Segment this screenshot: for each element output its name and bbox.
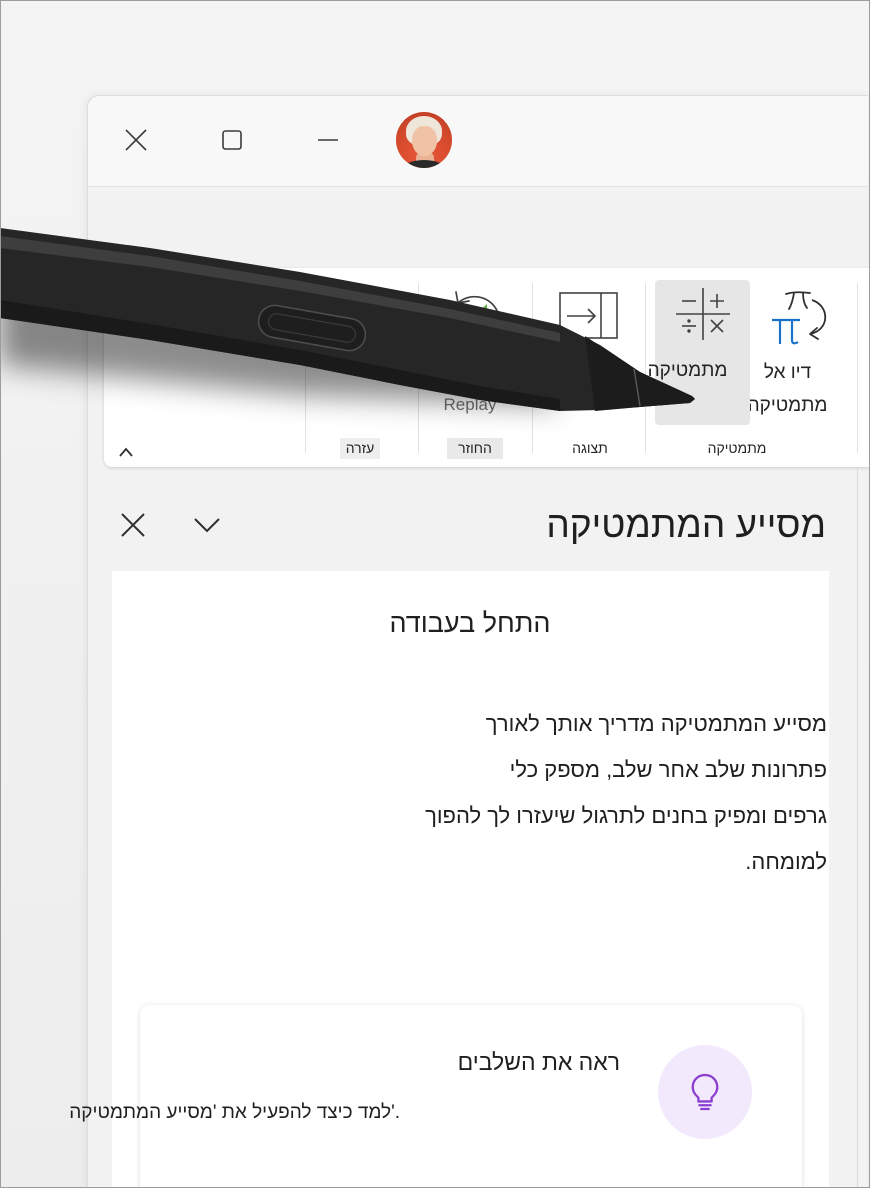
intro-line: גרפים ומפיק בחנים לתרגול שיעזרו לך להפוך xyxy=(425,803,827,828)
replay-icon xyxy=(449,291,501,348)
pane-divider xyxy=(857,467,858,1188)
ribbon-separator xyxy=(305,283,306,453)
ribbon-separator xyxy=(532,283,533,453)
lightbulb-badge xyxy=(658,1045,752,1139)
replay-label: Replay xyxy=(443,395,497,414)
see-steps-description: למד כיצד להפעיל את 'מסייע המתמטיקה'. xyxy=(69,1102,400,1123)
window-minimize-button[interactable] xyxy=(314,126,342,154)
pane-collapse-button[interactable] xyxy=(190,510,224,540)
title-bar xyxy=(88,96,868,186)
ribbon-separator xyxy=(418,283,419,453)
close-icon xyxy=(121,513,145,537)
pane-close-button[interactable] xyxy=(118,510,148,540)
group-label-replay: החוזר xyxy=(447,438,503,459)
user-avatar-icon[interactable] xyxy=(396,112,452,168)
collapse-ribbon-button[interactable] xyxy=(114,442,138,462)
see-steps-title: ראה את השלבים xyxy=(457,1049,620,1075)
ink-to-math-label-line-2: מתמטיקה xyxy=(747,395,828,416)
view-panel-icon xyxy=(559,292,618,339)
group-label-help: עזרה xyxy=(340,438,380,459)
group-label-view: תצוגה xyxy=(572,440,608,456)
maximize-icon xyxy=(222,130,242,150)
intro-line: פתרונות שלב אחר שלב, מספק כלי xyxy=(509,757,827,782)
minimize-icon xyxy=(318,139,338,141)
math-button-label: מתמטיקה xyxy=(647,360,728,381)
lightbulb-icon xyxy=(691,1073,719,1111)
ink-to-math-icon xyxy=(772,291,827,345)
math-operators-icon xyxy=(676,288,730,340)
title-bar-divider xyxy=(88,186,868,187)
ink-to-math-button[interactable]: דיו אל מתמטיקה xyxy=(740,282,840,422)
ribbon-separator xyxy=(857,283,858,453)
close-icon xyxy=(125,129,147,151)
view-panel-button[interactable] xyxy=(552,284,626,354)
intro-line: למומחה. xyxy=(745,849,827,874)
intro-paragraph: מסייע המתמטיקה מדריך אותך לאורך פתרונות … xyxy=(117,701,827,885)
help-button[interactable] xyxy=(334,282,394,352)
group-label-math: מתמטיקה xyxy=(707,440,767,456)
window-maximize-button[interactable] xyxy=(218,126,246,154)
intro-line: מסייע המתמטיקה מדריך אותך לאורך xyxy=(485,711,827,736)
chevron-down-icon xyxy=(194,518,220,533)
window-close-button[interactable] xyxy=(122,126,150,154)
getting-started-heading: התחל בעבודה xyxy=(389,608,551,638)
help-icon xyxy=(340,289,388,337)
ink-to-math-label-line-1: דיו אל xyxy=(763,362,812,383)
chevron-up-icon xyxy=(119,447,133,457)
pane-title: מסייע המתמטיקה xyxy=(546,504,826,545)
